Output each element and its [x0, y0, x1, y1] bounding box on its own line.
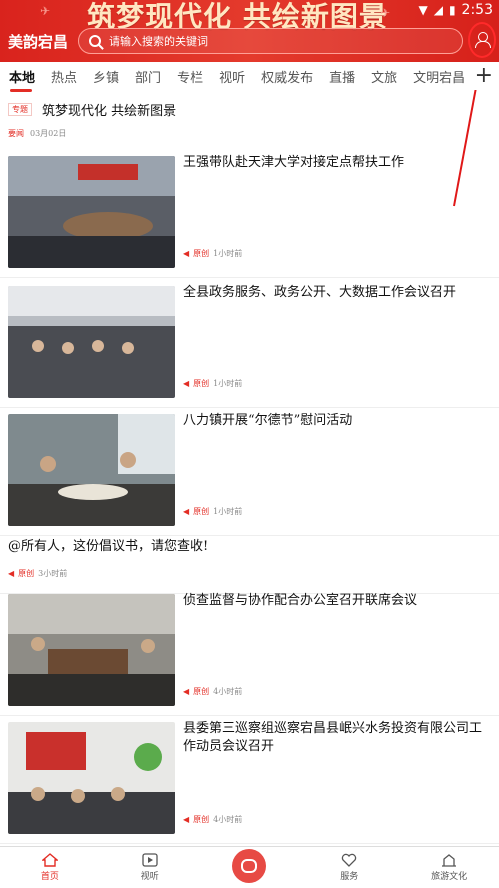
news-title: 王强带队赴天津大学对接定点帮扶工作	[183, 155, 405, 170]
news-time: 1小时前	[213, 507, 243, 516]
news-meta: ◀ 原创 3小时前	[8, 568, 67, 579]
home-icon	[41, 853, 58, 867]
tab-media[interactable]: 视听	[219, 67, 245, 86]
topic-header[interactable]: 专题 筑梦现代化 共绘新图景	[8, 100, 176, 119]
topic-meta: 要闻 03月02日	[8, 128, 66, 139]
news-tag: 原创	[18, 569, 35, 578]
add-channel-icon[interactable]: +	[475, 62, 493, 90]
news-tag: 原创	[193, 249, 210, 258]
heart-icon	[342, 853, 357, 867]
speaker-icon: ◀	[183, 249, 190, 258]
tab-local[interactable]: 本地	[9, 67, 35, 86]
news-meta: ◀ 原创 1小时前	[183, 378, 242, 389]
speaker-icon: ◀	[183, 507, 190, 516]
news-time: 3小时前	[38, 569, 68, 578]
tab-columns[interactable]: 专栏	[177, 67, 203, 86]
news-item[interactable]: 王强带队赴天津大学对接定点帮扶工作 ◀ 原创 1小时前	[0, 150, 499, 278]
video-icon	[142, 853, 158, 867]
nav-home-label: 首页	[40, 872, 59, 882]
user-profile-button[interactable]	[468, 22, 496, 58]
search-input[interactable]	[109, 34, 429, 48]
status-time: 2:53	[461, 2, 493, 18]
news-time: 1小时前	[213, 379, 243, 388]
tab-hot[interactable]: 热点	[51, 67, 77, 86]
topic-title: 筑梦现代化 共绘新图景	[42, 104, 177, 119]
user-icon	[475, 32, 491, 48]
news-thumbnail	[8, 722, 175, 834]
search-icon	[89, 35, 101, 47]
header: 筑梦现代化 共绘新图景 ✈ ✈ ▼ ◢ ▮ 2:53 美韵宕昌	[0, 0, 499, 62]
news-item[interactable]: 县委第三巡察组巡察宕昌县岷兴水务投资有限公司工作动员会议召开 ◀ 原创 4小时前	[0, 716, 499, 844]
app-logo: 美韵宕昌	[8, 33, 69, 51]
speaker-icon: ◀	[183, 379, 190, 388]
news-thumbnail	[8, 594, 175, 706]
news-thumbnail	[8, 286, 175, 398]
nav-media-label: 视听	[140, 872, 159, 882]
news-item[interactable]: @所有人，这份倡议书，请您查收! ◀ 原创 3小时前	[0, 534, 499, 594]
news-tag: 原创	[193, 815, 210, 824]
topic-date: 03月02日	[30, 129, 67, 138]
news-time: 4小时前	[213, 815, 243, 824]
speaker-icon: ◀	[8, 569, 15, 578]
news-thumbnail	[8, 414, 175, 526]
topic-badge: 专题	[8, 103, 32, 116]
news-item[interactable]: 八力镇开展“尔德节”慰问活动 ◀ 原创 1小时前	[0, 408, 499, 536]
news-tag: 原创	[193, 507, 210, 516]
nav-tourism[interactable]: 旅游文化	[399, 847, 499, 888]
speaker-icon: ◀	[183, 687, 190, 696]
nav-services-label: 服务	[340, 872, 359, 882]
news-title: 侦查监督与协作配合办公室召开联席会议	[183, 593, 418, 608]
news-item[interactable]: 侦查监督与协作配合办公室召开联席会议 ◀ 原创 4小时前	[0, 588, 499, 716]
bird-decoration-icon: ✈	[40, 4, 51, 18]
wifi-icon: ▼	[418, 3, 428, 17]
nav-tourism-label: 旅游文化	[431, 872, 468, 882]
tab-tourism[interactable]: 文旅	[371, 67, 397, 86]
status-bar: ▼ ◢ ▮ 2:53	[418, 2, 493, 18]
news-tag: 原创	[193, 687, 210, 696]
news-meta: ◀ 原创 1小时前	[183, 248, 242, 259]
battery-icon: ▮	[448, 3, 456, 17]
chat-icon	[232, 848, 267, 883]
bird-decoration-icon: ✈	[380, 6, 391, 20]
news-meta: ◀ 原创 1小时前	[183, 506, 242, 517]
news-feed: 专题 筑梦现代化 共绘新图景 要闻 03月02日 王强带队赴天津大学对接定点帮扶…	[0, 92, 499, 844]
topic-source: 要闻	[8, 129, 24, 138]
tab-official[interactable]: 权威发布	[261, 67, 313, 86]
news-tag: 原创	[193, 379, 210, 388]
news-thumbnail	[8, 156, 175, 268]
news-item[interactable]: 全县政务服务、政务公开、大数据工作会议召开 ◀ 原创 1小时前	[0, 280, 499, 408]
search-bar[interactable]	[78, 28, 463, 54]
tab-towns[interactable]: 乡镇	[93, 67, 119, 86]
nav-home[interactable]: 首页	[0, 847, 100, 888]
news-title: 全县政务服务、政务公开、大数据工作会议召开	[183, 285, 457, 300]
nav-services[interactable]: 服务	[299, 847, 399, 888]
news-title: 八力镇开展“尔德节”慰问活动	[183, 413, 353, 428]
tab-civilization[interactable]: 文明宕昌	[413, 67, 465, 86]
speaker-icon: ◀	[183, 815, 190, 824]
news-meta: ◀ 原创 4小时前	[183, 814, 242, 825]
news-time: 1小时前	[213, 249, 243, 258]
nav-media[interactable]: 视听	[100, 847, 200, 888]
app-root: 筑梦现代化 共绘新图景 ✈ ✈ ▼ ◢ ▮ 2:53 美韵宕昌 本地 热点 乡镇…	[0, 0, 499, 888]
tab-departments[interactable]: 部门	[135, 67, 161, 86]
nav-center[interactable]	[200, 847, 300, 888]
category-tabs: 本地 热点 乡镇 部门 专栏 视听 权威发布 直播 文旅 文明宕昌	[0, 62, 499, 90]
tab-live[interactable]: 直播	[329, 67, 355, 86]
news-title: @所有人，这份倡议书，请您查收!	[8, 539, 209, 554]
news-meta: ◀ 原创 4小时前	[183, 686, 242, 697]
signal-icon: ◢	[433, 3, 443, 17]
news-time: 4小时前	[213, 687, 243, 696]
news-title: 县委第三巡察组巡察宕昌县岷兴水务投资有限公司工作动员会议召开	[183, 721, 483, 754]
landmark-icon	[442, 854, 457, 867]
bottom-nav: 首页 视听 服务 旅游文化	[0, 846, 499, 888]
